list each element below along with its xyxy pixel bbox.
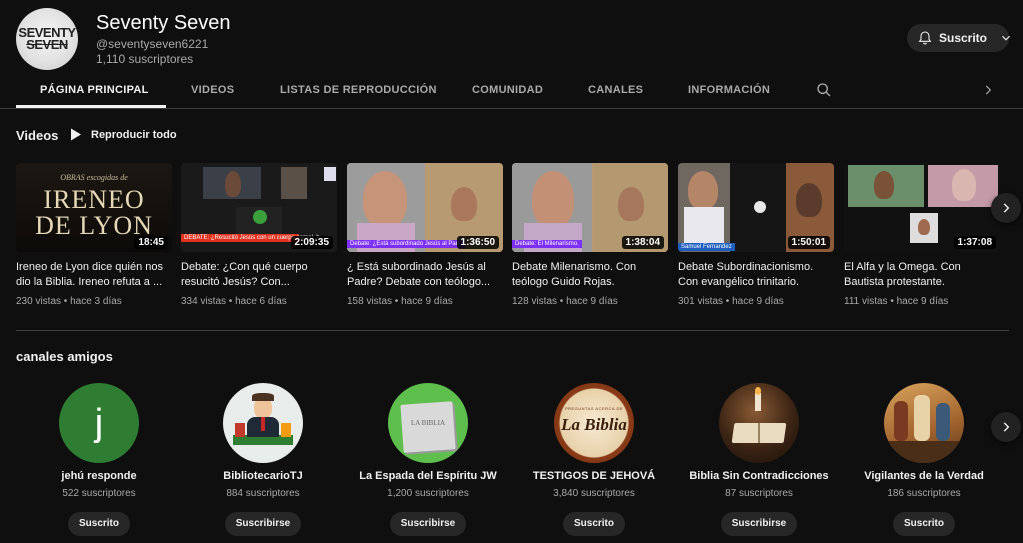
channels-next-button[interactable] bbox=[991, 412, 1021, 442]
videos-section-title: Videos bbox=[16, 128, 59, 143]
channel-name[interactable]: Biblia Sin Contradicciones bbox=[684, 470, 834, 482]
tab-about[interactable]: INFORMACIÓN bbox=[688, 84, 770, 96]
video-thumbnail[interactable]: Debate: ¿Está subordinado Jesús al Pad..… bbox=[347, 163, 503, 252]
thumbnail-banner: Samuel Fernandez bbox=[678, 243, 735, 251]
channel-subscriber-count: 1,110 suscriptores bbox=[96, 52, 194, 66]
video-thumbnail[interactable]: OBRAS escogidas de IRENEO DE LYON 18:45 bbox=[16, 163, 172, 252]
video-meta: 230 vistas • hace 3 días bbox=[16, 296, 122, 307]
subscribe-button[interactable]: Suscrito bbox=[562, 512, 625, 536]
channel-name: Seventy Seven bbox=[96, 12, 231, 34]
channel-name[interactable]: La Espada del Espíritu JW bbox=[353, 470, 503, 482]
video-duration: 2:09:35 bbox=[290, 236, 333, 249]
chevron-right-icon[interactable] bbox=[981, 83, 995, 97]
channel-avatar[interactable] bbox=[884, 383, 964, 463]
chevron-right-icon bbox=[1003, 422, 1010, 432]
thumbnail-banner: Debate: El Milenarismo. bbox=[512, 240, 582, 248]
channel-avatar[interactable] bbox=[719, 383, 799, 463]
avatar-text: La Biblia bbox=[561, 415, 627, 434]
avatar-text: PREGUNTAS ACERCA DE bbox=[564, 406, 624, 411]
play-all-button[interactable]: Reproducir todo bbox=[70, 128, 177, 141]
tab-playlists[interactable]: LISTAS DE REPRODUCCIÓN bbox=[280, 84, 437, 96]
channel-subscriber-count: 3,840 suscriptores bbox=[553, 488, 635, 499]
tab-community[interactable]: COMUNIDAD bbox=[472, 84, 543, 96]
video-duration: 1:36:50 bbox=[456, 236, 499, 249]
avatar-initial: j bbox=[94, 401, 104, 444]
channel-card: BibliotecarioTJ 884 suscriptores Suscrib… bbox=[188, 383, 338, 536]
channel-name[interactable]: jehú responde bbox=[24, 470, 174, 482]
channel-avatar[interactable]: LA BIBLIA bbox=[388, 383, 468, 463]
video-card[interactable]: OBRAS escogidas de IRENEO DE LYON 18:45 … bbox=[16, 163, 172, 307]
thumbnail-banner: Debate: ¿Está subordinado Jesús al Pad..… bbox=[347, 240, 465, 248]
thumbnail-text: OBRAS escogidas de bbox=[60, 173, 128, 182]
channel-avatar[interactable]: PREGUNTAS ACERCA DE La Biblia bbox=[554, 383, 634, 463]
avatar-text-bottom: SEVEN bbox=[26, 37, 68, 52]
video-meta: 158 vistas • hace 9 días bbox=[347, 296, 453, 307]
subscribed-button[interactable]: Suscrito bbox=[907, 24, 1010, 52]
video-meta: 111 vistas • hace 9 días bbox=[844, 296, 949, 307]
video-title[interactable]: El Alfa y la Omega. Con Bautista protest… bbox=[844, 260, 1000, 290]
channel-subscriber-count: 87 suscriptores bbox=[725, 488, 793, 499]
channel-card: j jehú responde 522 suscriptores Suscrit… bbox=[24, 383, 174, 536]
video-card[interactable]: Samuel Fernandez 1:50:01 Debate Subordin… bbox=[678, 163, 834, 307]
chevron-down-icon bbox=[1002, 35, 1010, 41]
tab-home[interactable]: PÁGINA PRINCIPAL bbox=[40, 84, 149, 96]
video-meta: 334 vistas • hace 6 días bbox=[181, 296, 287, 307]
avatar-text: LA BIBLIA bbox=[410, 419, 446, 427]
channel-avatar[interactable] bbox=[223, 383, 303, 463]
active-tab-indicator bbox=[16, 105, 166, 108]
channel-subscriber-count: 186 suscriptores bbox=[887, 488, 961, 499]
section-divider bbox=[16, 330, 1009, 331]
subscribe-button[interactable]: Suscribirse bbox=[224, 512, 302, 536]
video-card[interactable]: DEBATE: ¿Resucitó Jesús con un cuerpo ca… bbox=[181, 163, 337, 307]
channel-name[interactable]: TESTIGOS DE JEHOVÁ bbox=[519, 470, 669, 482]
subscribed-label: Suscrito bbox=[939, 31, 988, 45]
video-duration: 18:45 bbox=[134, 236, 168, 249]
video-thumbnail[interactable]: 1:37:08 bbox=[844, 163, 1000, 252]
play-all-label: Reproducir todo bbox=[91, 128, 177, 141]
chevron-right-icon bbox=[1003, 203, 1010, 213]
video-card[interactable]: Debate: ¿Está subordinado Jesús al Pad..… bbox=[347, 163, 503, 307]
thumbnail-banner: DEBATE: ¿Resucitó Jesús con un cuerpo ca… bbox=[181, 234, 325, 242]
video-duration: 1:37:08 bbox=[953, 236, 996, 249]
friends-section-title: canales amigos bbox=[16, 349, 113, 364]
video-meta: 301 vistas • hace 9 días bbox=[678, 296, 784, 307]
subscribe-button[interactable]: Suscrito bbox=[67, 512, 130, 536]
channel-subscriber-count: 522 suscriptores bbox=[62, 488, 136, 499]
video-duration: 1:38:04 bbox=[621, 236, 664, 249]
video-card[interactable]: Debate: El Milenarismo. 1:38:04 Debate M… bbox=[512, 163, 668, 307]
channel-avatar[interactable]: j bbox=[59, 383, 139, 463]
channel-subscriber-count: 1,200 suscriptores bbox=[387, 488, 469, 499]
channel-avatar[interactable]: SEVENTY SEVEN bbox=[16, 8, 78, 70]
video-duration: 1:50:01 bbox=[787, 236, 830, 249]
subscribe-button[interactable]: Suscribirse bbox=[389, 512, 467, 536]
video-title[interactable]: Ireneo de Lyon dice quién nos dio la Bib… bbox=[16, 260, 172, 290]
tab-channels[interactable]: CANALES bbox=[588, 84, 643, 96]
channel-name[interactable]: BibliotecarioTJ bbox=[188, 470, 338, 482]
video-thumbnail[interactable]: Samuel Fernandez 1:50:01 bbox=[678, 163, 834, 252]
video-title[interactable]: Debate Milenarismo. Con teólogo Guido Ro… bbox=[512, 260, 668, 290]
tab-videos[interactable]: VIDEOS bbox=[191, 84, 234, 96]
channel-card: LA BIBLIA La Espada del Espíritu JW 1,20… bbox=[353, 383, 503, 536]
video-title[interactable]: ¿ Está subordinado Jesús al Padre? Debat… bbox=[347, 260, 503, 290]
subscribe-button[interactable]: Suscribirse bbox=[720, 512, 798, 536]
channel-name[interactable]: Vigilantes de la Verdad bbox=[849, 470, 999, 482]
search-icon[interactable] bbox=[816, 82, 832, 98]
bell-icon bbox=[918, 31, 932, 45]
video-thumbnail[interactable]: DEBATE: ¿Resucitó Jesús con un cuerpo ca… bbox=[181, 163, 337, 252]
channel-handle: @seventyseven6221 bbox=[96, 37, 209, 51]
videos-next-button[interactable] bbox=[991, 193, 1021, 223]
video-title[interactable]: Debate Subordinacionismo. Con evangélico… bbox=[678, 260, 834, 290]
video-title[interactable]: Debate: ¿Con qué cuerpo resucitó Jesús? … bbox=[181, 260, 337, 290]
play-icon bbox=[71, 128, 81, 141]
video-thumbnail[interactable]: Debate: El Milenarismo. 1:38:04 bbox=[512, 163, 668, 252]
channel-card: Biblia Sin Contradicciones 87 suscriptor… bbox=[684, 383, 834, 536]
video-meta: 128 vistas • hace 9 días bbox=[512, 296, 618, 307]
subscribe-button[interactable]: Suscrito bbox=[892, 512, 955, 536]
channel-card: Vigilantes de la Verdad 186 suscriptores… bbox=[849, 383, 999, 536]
channel-card: PREGUNTAS ACERCA DE La Biblia TESTIGOS D… bbox=[519, 383, 669, 536]
video-card[interactable]: 1:37:08 El Alfa y la Omega. Con Bautista… bbox=[844, 163, 1000, 307]
channel-tabs: PÁGINA PRINCIPAL VIDEOS LISTAS DE REPROD… bbox=[0, 72, 1023, 109]
channel-subscriber-count: 884 suscriptores bbox=[226, 488, 300, 499]
